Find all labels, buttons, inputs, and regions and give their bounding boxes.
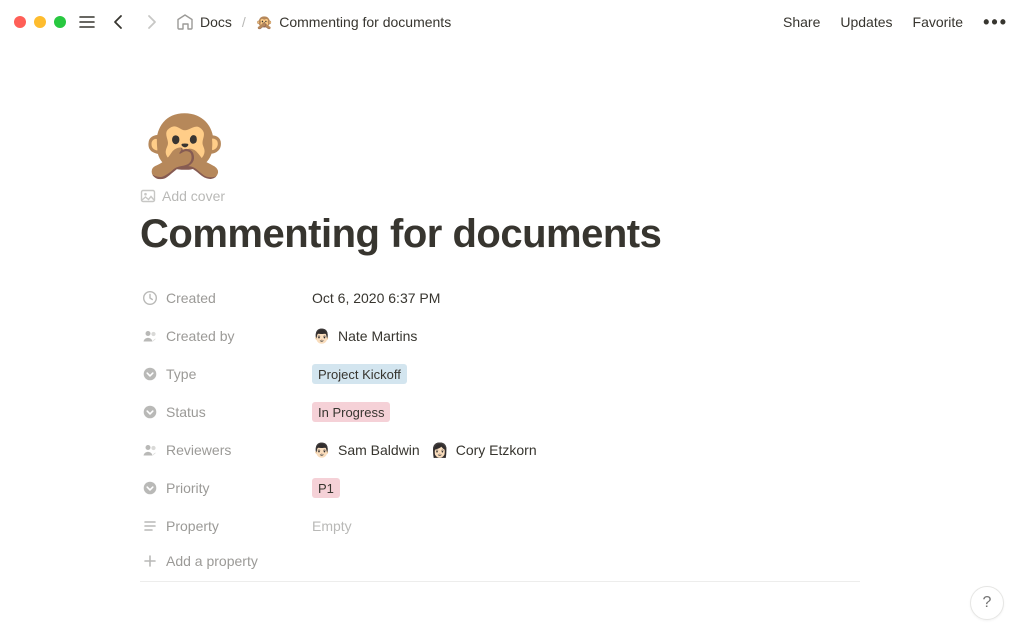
topbar-actions: Share Updates Favorite •••	[781, 11, 1010, 33]
tag: P1	[312, 478, 340, 498]
property-row: Priority P1	[140, 469, 860, 507]
updates-button[interactable]: Updates	[838, 12, 894, 32]
add-property-label: Add a property	[166, 553, 258, 569]
person: 👨🏻 Sam Baldwin	[312, 440, 420, 460]
property-row: Property Empty	[140, 507, 860, 545]
property-label[interactable]: Property	[140, 514, 310, 538]
image-icon	[140, 188, 156, 204]
page-body: 🙊 Add cover Commenting for documents Cre…	[0, 44, 1024, 582]
property-value[interactable]: 👨🏻 Nate Martins	[310, 322, 860, 350]
add-cover-label: Add cover	[162, 188, 225, 204]
window-close-button[interactable]	[14, 16, 26, 28]
property-empty-text: Empty	[312, 518, 352, 534]
tag: In Progress	[312, 402, 390, 422]
property-value[interactable]: Oct 6, 2020 6:37 PM	[310, 286, 860, 310]
people-icon	[142, 442, 158, 458]
avatar: 👨🏻	[312, 326, 332, 346]
page-title[interactable]: Commenting for documents	[140, 212, 860, 257]
plus-icon	[142, 553, 158, 569]
property-value[interactable]: 👨🏻 Sam Baldwin 👩🏻 Cory Etzkorn	[310, 436, 860, 464]
avatar: 👨🏻	[312, 440, 332, 460]
property-label[interactable]: Priority	[140, 476, 310, 500]
nav-forward-button[interactable]	[140, 11, 162, 33]
select-icon	[142, 404, 158, 420]
breadcrumb-workspace[interactable]: Docs	[172, 11, 236, 33]
more-options-button[interactable]: •••	[981, 11, 1010, 33]
property-label-text: Created	[166, 290, 216, 306]
person-name: Sam Baldwin	[338, 442, 420, 458]
person-name: Cory Etzkorn	[456, 442, 537, 458]
property-label-text: Created by	[166, 328, 234, 344]
sidebar-toggle-button[interactable]	[76, 11, 98, 33]
property-label-text: Status	[166, 404, 206, 420]
breadcrumb-current[interactable]: 🙊 Commenting for documents	[252, 12, 455, 33]
property-label-text: Property	[166, 518, 219, 534]
help-button[interactable]: ?	[970, 586, 1004, 620]
property-label[interactable]: Created by	[140, 324, 310, 348]
nav-back-button[interactable]	[108, 11, 130, 33]
properties-list: Created Oct 6, 2020 6:37 PM Created by 👨🏻 Na…	[140, 279, 860, 545]
tag: Project Kickoff	[312, 364, 407, 384]
divider	[140, 581, 860, 582]
add-property-button[interactable]: Add a property	[140, 545, 860, 577]
property-row: Type Project Kickoff	[140, 355, 860, 393]
property-label-text: Priority	[166, 480, 210, 496]
workspace-icon	[176, 13, 194, 31]
property-label[interactable]: Type	[140, 362, 310, 386]
property-label[interactable]: Status	[140, 400, 310, 424]
person: 👩🏻 Cory Etzkorn	[430, 440, 537, 460]
add-cover-button[interactable]: Add cover	[140, 188, 860, 204]
property-value[interactable]: Project Kickoff	[310, 360, 860, 388]
clock-icon	[142, 290, 158, 306]
page-content: 🙊 Add cover Commenting for documents Cre…	[140, 108, 860, 582]
favorite-button[interactable]: Favorite	[911, 12, 966, 32]
breadcrumb-parent-label: Docs	[200, 14, 232, 30]
breadcrumb-emoji: 🙊	[256, 14, 273, 31]
people-icon	[142, 328, 158, 344]
property-row: Reviewers 👨🏻 Sam Baldwin 👩🏻 Cory Etzkorn	[140, 431, 860, 469]
property-value[interactable]: In Progress	[310, 398, 860, 426]
breadcrumb-current-label: Commenting for documents	[279, 14, 451, 30]
property-row: Created Oct 6, 2020 6:37 PM	[140, 279, 860, 317]
property-row: Status In Progress	[140, 393, 860, 431]
person: 👨🏻 Nate Martins	[312, 326, 417, 346]
select-icon	[142, 480, 158, 496]
property-label-text: Reviewers	[166, 442, 231, 458]
property-label[interactable]: Reviewers	[140, 438, 310, 462]
topbar: Docs / 🙊 Commenting for documents Share …	[0, 0, 1024, 44]
property-text: Oct 6, 2020 6:37 PM	[312, 290, 440, 306]
person-name: Nate Martins	[338, 328, 417, 344]
avatar: 👩🏻	[430, 440, 450, 460]
property-row: Created by 👨🏻 Nate Martins	[140, 317, 860, 355]
property-value[interactable]: P1	[310, 474, 860, 502]
property-value[interactable]: Empty	[310, 514, 860, 538]
breadcrumb: Docs / 🙊 Commenting for documents	[172, 11, 455, 33]
window-minimize-button[interactable]	[34, 16, 46, 28]
share-button[interactable]: Share	[781, 12, 822, 32]
property-label[interactable]: Created	[140, 286, 310, 310]
window-controls	[14, 16, 66, 28]
property-label-text: Type	[166, 366, 196, 382]
breadcrumb-separator: /	[242, 14, 246, 30]
page-icon[interactable]: 🙊	[140, 108, 230, 180]
text-icon	[142, 518, 158, 534]
select-icon	[142, 366, 158, 382]
window-zoom-button[interactable]	[54, 16, 66, 28]
